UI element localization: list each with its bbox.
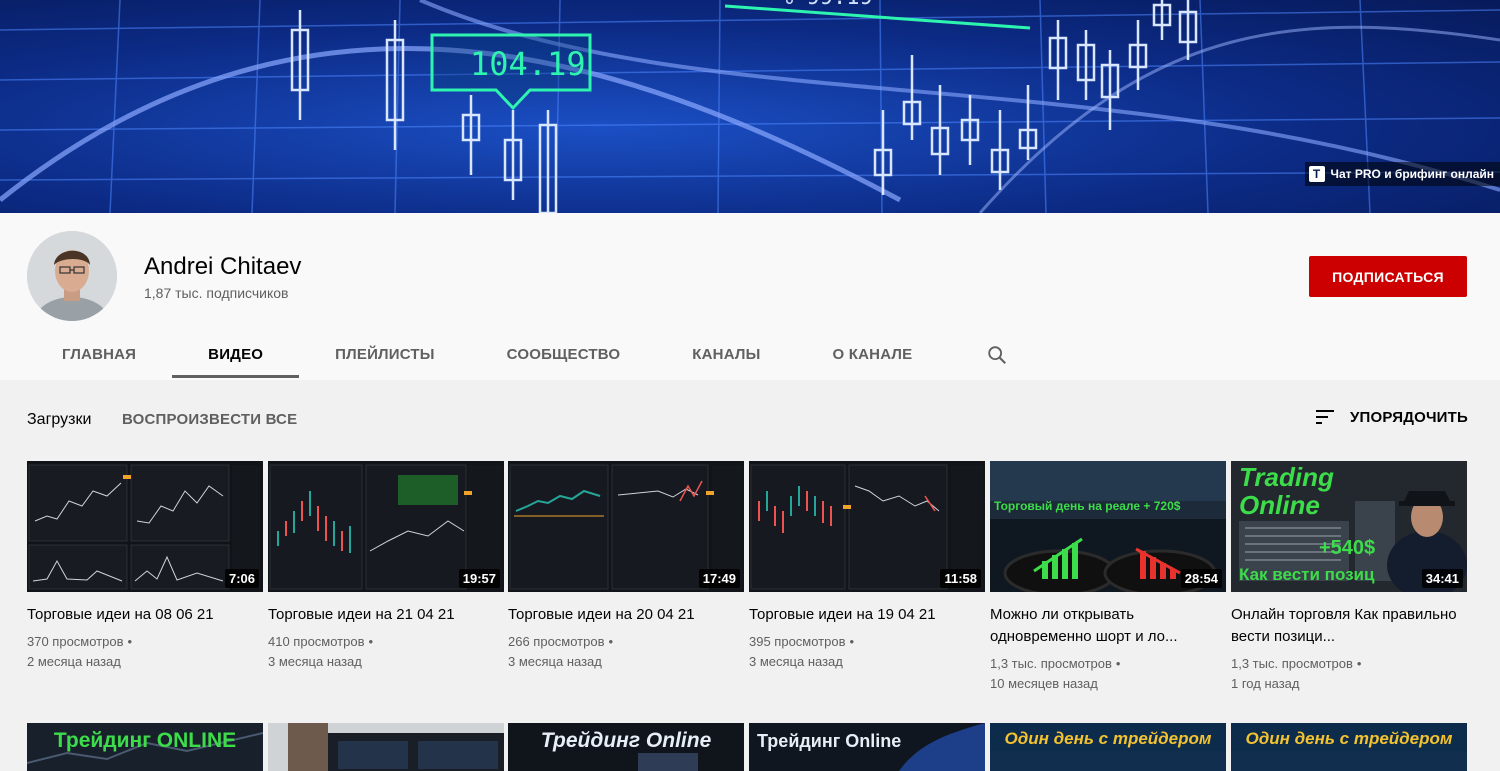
video-title[interactable]: Торговые идеи на 21 04 21 [268,604,504,626]
tab-community[interactable]: СООБЩЕСТВО [471,329,657,380]
video-thumbnail[interactable]: Торговый день на реале + 720$ 28:54 [990,461,1226,592]
play-all-button[interactable]: ВОСПРОИЗВЕСТИ ВСЕ [122,411,297,428]
channel-header: Andrei Chitaev 1,87 тыс. подписчиков ПОД… [0,213,1500,380]
video-duration: 34:41 [1421,569,1463,588]
video-duration: 17:49 [698,569,740,588]
thumb-overlay-text: Трейдинг ONLINE [53,729,237,752]
video-title[interactable]: Торговые идеи на 20 04 21 [508,604,744,626]
tab-playlists[interactable]: ПЛЕЙЛИСТЫ [299,329,471,380]
channel-avatar[interactable] [27,231,117,321]
tab-channels[interactable]: КАНАЛЫ [656,329,796,380]
video-thumbnail[interactable]: Один день с трейдером [1231,723,1467,771]
video-thumbnail[interactable]: 7:06 [27,461,263,592]
view-count: 370 просмотров [27,634,124,649]
upload-age: 3 месяца назад [508,654,602,669]
view-count: 1,3 тыс. просмотров [1231,656,1353,671]
video-duration: 11:58 [940,569,981,588]
video-meta: 1,3 тыс. просмотров • 1 год назад [1231,654,1467,694]
tab-videos[interactable]: ВИДЕО [172,329,300,380]
video-duration: 19:57 [458,569,500,588]
video-thumbnail[interactable]: Трейдинг ONLINE [27,723,263,771]
thumb-overlay-amount: +540$ [1319,537,1376,559]
search-icon [988,345,1007,364]
video-thumbnail[interactable]: 11:58 [749,461,985,592]
video-thumbnail[interactable] [268,723,504,771]
svg-text:104.19: 104.19 [470,45,586,83]
channel-name: Andrei Chitaev [144,253,302,280]
video-card[interactable]: 17:49 Торговые идеи на 20 04 21 266 прос… [508,461,744,672]
channel-search-button[interactable] [948,329,1032,380]
tab-about[interactable]: О КАНАЛЕ [797,329,949,380]
video-meta: 370 просмотров • 2 месяца назад [27,632,263,672]
upload-age: 2 месяца назад [27,654,121,669]
video-duration: 28:54 [1180,569,1222,588]
upload-age: 3 месяца назад [749,654,843,669]
video-thumbnail[interactable]: 19:57 [268,461,504,592]
telegram-t-icon: T [1308,166,1325,182]
video-thumbnail[interactable]: Один день с трейдером [990,723,1226,771]
thumb-overlay-text: Один день с трейдером [1004,729,1212,748]
video-title[interactable]: Онлайн торговля Как правильно вести пози… [1231,604,1467,648]
view-count: 1,3 тыс. просмотров [990,656,1112,671]
video-title[interactable]: Торговые идеи на 08 06 21 [27,604,263,626]
video-duration: 7:06 [224,569,259,588]
thumb-overlay-text: Один день с трейдером [1245,729,1453,748]
video-title[interactable]: Торговые идеи на 19 04 21 [749,604,985,626]
tab-home[interactable]: ГЛАВНАЯ [26,329,172,380]
video-meta: 395 просмотров • 3 месяца назад [749,632,985,672]
sort-icon [1316,410,1334,424]
view-count: 395 просмотров [749,634,846,649]
video-card[interactable]: 7:06 Торговые идеи на 08 06 21 370 просм… [27,461,263,672]
video-card[interactable]: Trading Online +540$ Как вести позиц 34:… [1231,461,1467,694]
subscriber-count: 1,87 тыс. подписчиков [144,285,289,301]
view-count: 410 просмотров [268,634,365,649]
video-meta: 1,3 тыс. просмотров • 10 месяцев назад [990,654,1226,694]
video-card[interactable]: 11:58 Торговые идеи на 19 04 21 395 прос… [749,461,985,672]
thumb-overlay-text: Трейдинг Online [757,731,902,751]
sort-label: УПОРЯДОЧИТЬ [1350,408,1469,426]
thumb-overlay-caption: Как вести позиц [1239,565,1375,584]
section-title: Загрузки [27,411,92,428]
channel-banner: 104.19 % 99.19 T Чат PRO и брифинг онлай… [0,0,1500,213]
sort-button[interactable]: УПОРЯДОЧИТЬ [1314,408,1468,426]
upload-age: 3 месяца назад [268,654,362,669]
thumb-overlay-text: Трейдинг Online [540,729,712,752]
video-thumbnail[interactable]: Трейдинг Online [749,723,985,771]
video-card[interactable]: Торговый день на реале + 720$ 28:54 Можн… [990,461,1226,694]
banner-chart-art: 104.19 % 99.19 [0,0,1500,213]
video-thumbnail[interactable]: Trading Online +540$ Как вести позиц 34:… [1231,461,1467,592]
channel-tabs: ГЛАВНАЯ ВИДЕО ПЛЕЙЛИСТЫ СООБЩЕСТВО КАНАЛ… [26,329,1032,380]
video-thumbnail[interactable]: Трейдинг Online [508,723,744,771]
video-title[interactable]: Можно ли открывать одновременно шорт и л… [990,604,1226,648]
thumb-overlay-text: Торговый день на реале + 720$ [994,499,1181,513]
video-card[interactable]: 19:57 Торговые идеи на 21 04 21 410 прос… [268,461,504,672]
svg-text:% 99.19: % 99.19 [780,0,873,10]
video-meta: 410 просмотров • 3 месяца назад [268,632,504,672]
upload-age: 10 месяцев назад [990,676,1098,691]
video-thumbnail[interactable]: 17:49 [508,461,744,592]
view-count: 266 просмотров [508,634,605,649]
video-meta: 266 просмотров • 3 месяца назад [508,632,744,672]
upload-age: 1 год назад [1231,676,1300,691]
banner-link-label: Чат PRO и брифинг онлайн [1330,167,1494,181]
banner-link[interactable]: T Чат PRO и брифинг онлайн [1304,162,1500,186]
thumb-overlay-title: Trading Online [1239,462,1334,520]
subscribe-button[interactable]: ПОДПИСАТЬСЯ [1309,256,1467,297]
